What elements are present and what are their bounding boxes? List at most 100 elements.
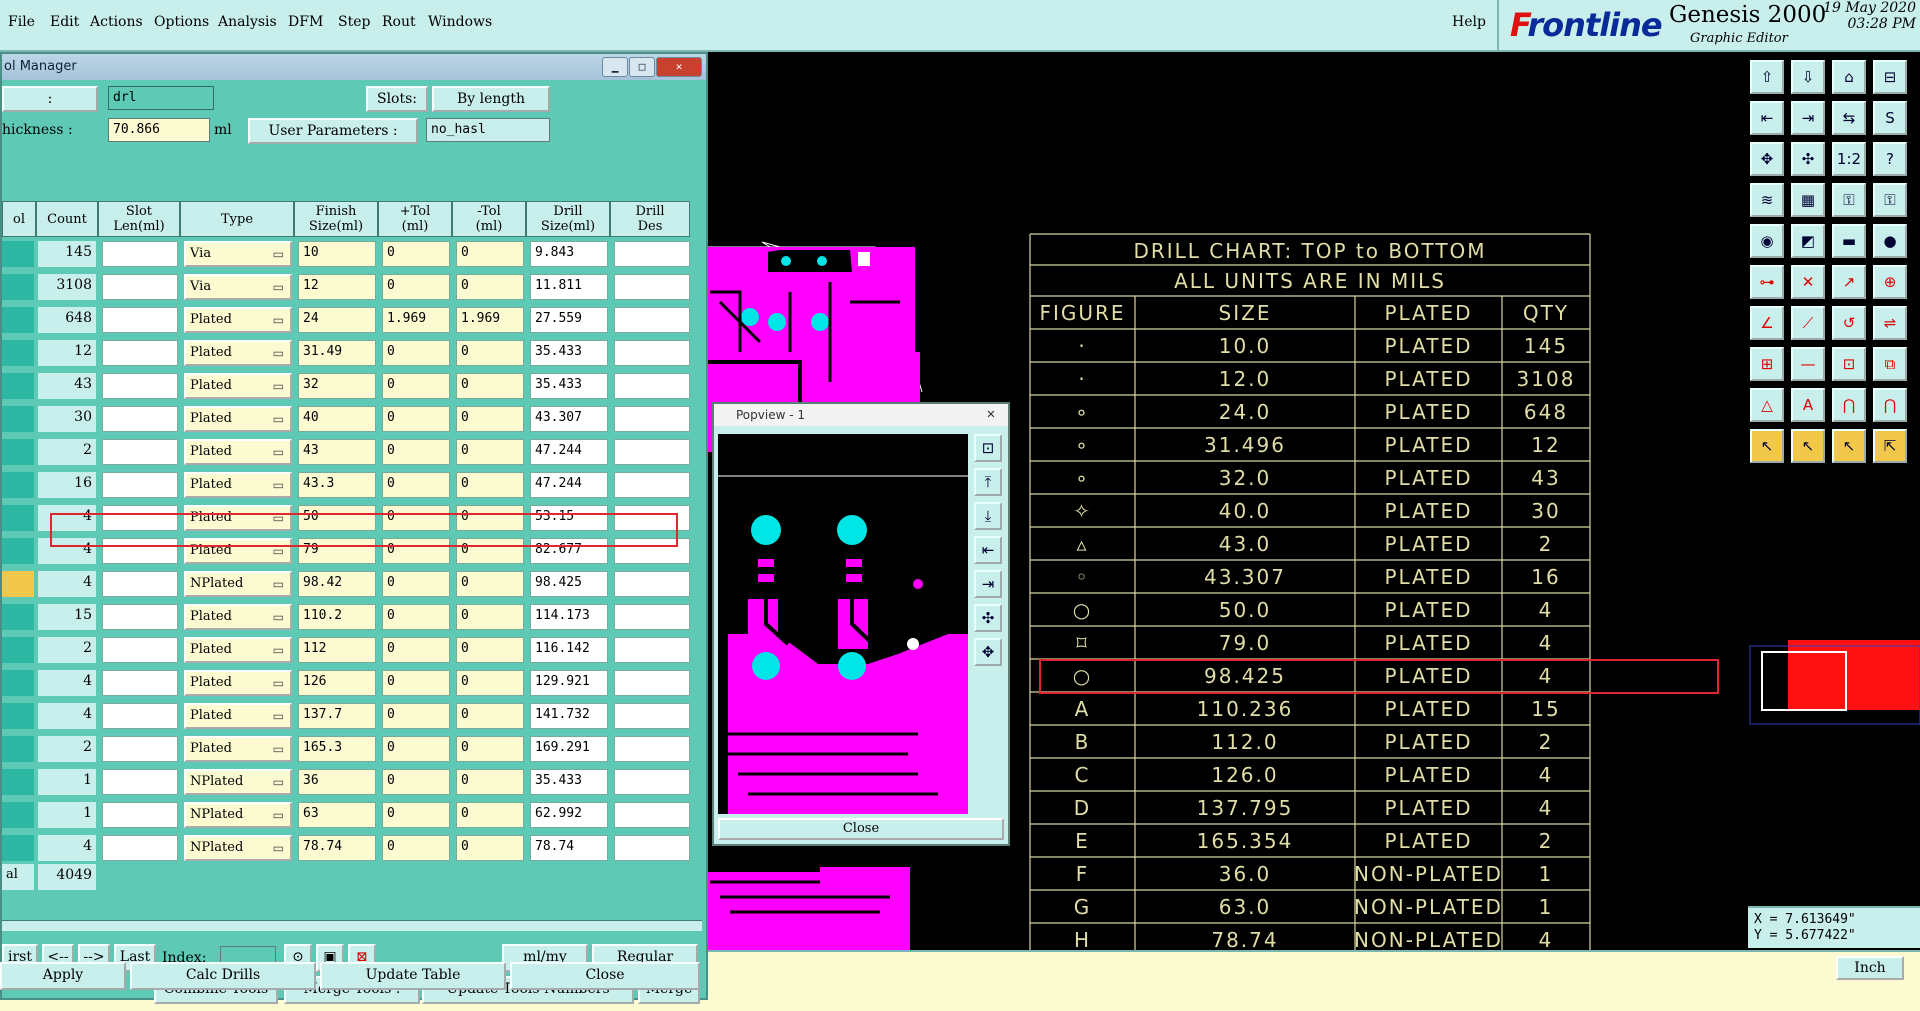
slot-len-input[interactable] <box>102 406 178 432</box>
plus-tol-input[interactable]: 0 <box>382 571 450 597</box>
plus-icon[interactable]: ⊕ <box>1873 265 1907 299</box>
step-icon[interactable]: S <box>1873 101 1907 135</box>
close-button[interactable]: Close <box>510 962 700 990</box>
pointer-icon[interactable]: ↖ <box>1750 429 1784 463</box>
finish-size-input[interactable]: 31.49 <box>298 340 376 366</box>
upload-icon[interactable]: ⇧ <box>1750 60 1784 94</box>
angle-icon[interactable]: ∠ <box>1750 306 1784 340</box>
slot-len-input[interactable] <box>102 802 178 828</box>
tool-manager-titlebar[interactable]: ol Manager <box>2 54 706 80</box>
minus-tol-input[interactable]: 1.969 <box>456 307 524 333</box>
table-row[interactable]: 145Via10009.843 <box>2 238 702 271</box>
drill-des-input[interactable] <box>614 703 690 729</box>
plus-tol-input[interactable]: 0 <box>382 241 450 267</box>
drill-size-input[interactable]: 35.433 <box>530 769 608 795</box>
finish-size-input[interactable]: 40 <box>298 406 376 432</box>
drill-des-input[interactable] <box>614 472 690 498</box>
drill-size-input[interactable]: 27.559 <box>530 307 608 333</box>
plus-tol-input[interactable]: 0 <box>382 703 450 729</box>
tool-cell[interactable] <box>2 835 34 861</box>
type-dropdown[interactable]: Via <box>184 274 292 300</box>
popview-zoom-out-icon[interactable]: ✥ <box>974 638 1002 666</box>
name-field[interactable]: drl <box>108 86 214 110</box>
panel-icon[interactable]: ⊟ <box>1873 60 1907 94</box>
slot-len-input[interactable] <box>102 670 178 696</box>
minus-tol-input[interactable]: 0 <box>456 670 524 696</box>
tool-cell[interactable] <box>2 736 34 762</box>
table-row[interactable]: 2Plated430047.244 <box>2 436 702 469</box>
menu-options[interactable]: Options <box>154 14 209 30</box>
minus-tol-input[interactable]: 0 <box>456 802 524 828</box>
slot-len-input[interactable] <box>102 472 178 498</box>
table-row[interactable]: 2Plated11200116.142 <box>2 634 702 667</box>
drill-des-input[interactable] <box>614 241 690 267</box>
plus-tol-input[interactable]: 0 <box>382 274 450 300</box>
plus-tol-input[interactable]: 0 <box>382 835 450 861</box>
slot-len-input[interactable] <box>102 307 178 333</box>
apply-button[interactable]: Apply <box>0 962 126 990</box>
cross-icon[interactable]: ✕ <box>1791 265 1825 299</box>
drill-des-input[interactable] <box>614 571 690 597</box>
table-row[interactable]: 4Plated12600129.921 <box>2 667 702 700</box>
table-row[interactable]: 16Plated43.30047.244 <box>2 469 702 502</box>
drill-des-input[interactable] <box>614 736 690 762</box>
tool-cell[interactable] <box>2 604 34 630</box>
plus-tol-input[interactable]: 0 <box>382 802 450 828</box>
table-row[interactable]: 30Plated400043.307 <box>2 403 702 436</box>
type-dropdown[interactable]: Plated <box>184 373 292 399</box>
finish-size-input[interactable]: 126 <box>298 670 376 696</box>
minus-tol-input[interactable]: 0 <box>456 472 524 498</box>
table-row[interactable]: 4NPlated78.740078.74 <box>2 832 702 865</box>
slot-len-input[interactable] <box>102 571 178 597</box>
drill-size-input[interactable]: 43.307 <box>530 406 608 432</box>
menu-rout[interactable]: Rout <box>382 14 416 30</box>
next-icon[interactable]: ⇥ <box>1791 101 1825 135</box>
drill-des-input[interactable] <box>614 406 690 432</box>
finish-size-input[interactable]: 165.3 <box>298 736 376 762</box>
minus-tol-input[interactable]: 0 <box>456 637 524 663</box>
drill-size-input[interactable]: 35.433 <box>530 373 608 399</box>
user-params-field[interactable]: no_hasl <box>426 118 550 142</box>
finish-size-input[interactable]: 137.7 <box>298 703 376 729</box>
finish-size-input[interactable]: 12 <box>298 274 376 300</box>
tool-cell[interactable] <box>2 769 34 795</box>
menu-windows[interactable]: Windows <box>428 14 492 30</box>
tool-cell[interactable] <box>2 274 34 300</box>
drill-size-input[interactable]: 11.811 <box>530 274 608 300</box>
window-close-button[interactable]: ✕ <box>656 57 702 77</box>
slot-len-input[interactable] <box>102 604 178 630</box>
tool-cell[interactable] <box>2 802 34 828</box>
tool-cell[interactable] <box>2 439 34 465</box>
plus-tol-input[interactable]: 0 <box>382 373 450 399</box>
download-icon[interactable]: ⇩ <box>1791 60 1825 94</box>
table-row[interactable]: 3108Via120011.811 <box>2 271 702 304</box>
fit-icon[interactable]: ✥ <box>1750 142 1784 176</box>
text-a-icon[interactable]: A <box>1791 388 1825 422</box>
finish-size-input[interactable]: 43 <box>298 439 376 465</box>
grid-icon[interactable]: ▦ <box>1791 183 1825 217</box>
pointer2-icon[interactable]: ↖ <box>1791 429 1825 463</box>
drill-size-input[interactable]: 141.732 <box>530 703 608 729</box>
popview-down-icon[interactable]: ⤓ <box>974 502 1002 530</box>
tool-cell[interactable] <box>2 373 34 399</box>
finish-size-input[interactable]: 63 <box>298 802 376 828</box>
menu-edit[interactable]: Edit <box>50 14 79 30</box>
finish-size-input[interactable]: 112 <box>298 637 376 663</box>
tool-cell[interactable] <box>2 307 34 333</box>
plus-tol-input[interactable]: 0 <box>382 670 450 696</box>
plus-tol-input[interactable]: 0 <box>382 439 450 465</box>
menu-help[interactable]: Help <box>1452 14 1486 30</box>
type-dropdown[interactable]: Plated <box>184 736 292 762</box>
type-dropdown[interactable]: Plated <box>184 670 292 696</box>
pointer3-icon[interactable]: ↖ <box>1832 429 1866 463</box>
tool-cell[interactable] <box>2 571 34 597</box>
finish-size-input[interactable]: 24 <box>298 307 376 333</box>
slot-len-input[interactable] <box>102 703 178 729</box>
drill-size-input[interactable]: 9.843 <box>530 241 608 267</box>
plus-tol-input[interactable]: 0 <box>382 472 450 498</box>
tool-cell[interactable] <box>2 340 34 366</box>
slot-len-input[interactable] <box>102 637 178 663</box>
plus-tol-input[interactable]: 0 <box>382 637 450 663</box>
finish-size-input[interactable]: 32 <box>298 373 376 399</box>
plus-tol-input[interactable]: 0 <box>382 406 450 432</box>
